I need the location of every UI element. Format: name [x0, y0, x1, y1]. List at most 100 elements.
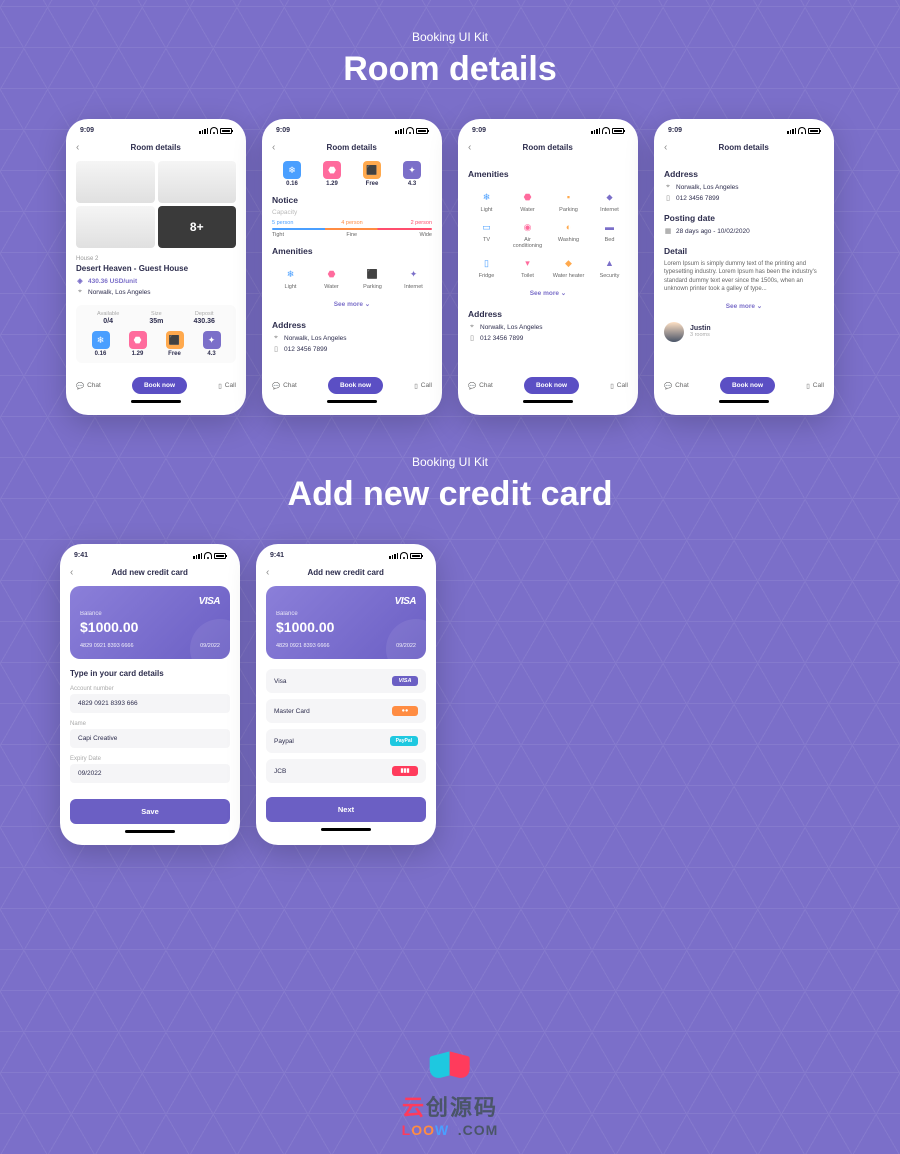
chat-button[interactable]: 💬 Chat	[76, 382, 101, 390]
amenity-item[interactable]: ◆Water heater	[550, 255, 587, 279]
posting-date: ▦28 days ago - 10/02/2020	[664, 227, 824, 235]
amenity-item[interactable]: ◉Air conditioning	[509, 219, 546, 249]
home-indicator[interactable]	[321, 828, 371, 831]
call-button[interactable]: ▯ Call	[414, 382, 432, 390]
amenity-icon: ⬣	[324, 266, 340, 282]
see-more-button[interactable]: See more	[468, 289, 628, 297]
book-now-button[interactable]: Book now	[132, 377, 187, 394]
home-indicator[interactable]	[125, 830, 175, 833]
status-icons	[389, 553, 422, 559]
poster-row[interactable]: Justin 3 rooms	[664, 322, 824, 342]
amenities-title: Amenities	[272, 246, 432, 256]
gallery-image[interactable]	[76, 161, 155, 203]
signal-icon	[787, 128, 796, 134]
price-icon: ◈	[76, 277, 84, 285]
payment-option[interactable]: Master Card●●	[266, 699, 426, 723]
card-number: 4829 0921 8393 6666	[80, 643, 134, 649]
feature: ⬣1.29	[129, 331, 147, 357]
capacity-bar	[272, 228, 432, 230]
amenity-item[interactable]: ▯Fridge	[468, 255, 505, 279]
amenity-item[interactable]: ▲Security	[591, 255, 628, 279]
amenity-item[interactable]: ◐Washing	[550, 219, 587, 249]
address-phone: ▯012 3456 7899	[664, 194, 824, 202]
amenity-item[interactable]: ⬛Parking	[354, 266, 391, 290]
name-input[interactable]: Capi Creative	[70, 729, 230, 748]
page-title: Room details	[271, 143, 432, 152]
amenity-item[interactable]: ⬣Water	[313, 266, 350, 290]
amenity-item[interactable]: ❄Light	[468, 189, 505, 213]
save-button[interactable]: Save	[70, 799, 230, 824]
home-indicator[interactable]	[719, 400, 769, 403]
gallery-more-button[interactable]: 8+	[158, 206, 237, 248]
phone-room-2: 9:09 ‹ Room details ❄0.16⬣1.29⬛Free✦4.3 …	[262, 119, 442, 415]
amenity-item[interactable]: ⬥Internet	[591, 189, 628, 213]
avatar	[664, 322, 684, 342]
phone-icon: ▯	[664, 194, 672, 202]
amenity-item[interactable]: ▾Toilet	[509, 255, 546, 279]
amenity-item[interactable]: ▬Bed	[591, 219, 628, 249]
payment-option[interactable]: PaypalPayPal	[266, 729, 426, 753]
gallery-image[interactable]	[158, 161, 237, 203]
room-price: ◈430.36 USD/unit	[76, 277, 236, 285]
payment-option[interactable]: VisaVISA	[266, 669, 426, 693]
feature-icon: ✦	[203, 331, 221, 349]
card-bottom: 4829 0921 8393 6666 09/2022	[80, 643, 220, 649]
call-button[interactable]: ▯ Call	[806, 382, 824, 390]
status-icons	[591, 128, 624, 134]
bottom-bar: 💬 Chat Book now ▯ Call	[272, 369, 432, 394]
next-button[interactable]: Next	[266, 797, 426, 822]
payment-option[interactable]: JCB▮▮▮	[266, 759, 426, 783]
account-input[interactable]: 4829 0921 8393 666	[70, 694, 230, 713]
home-indicator[interactable]	[131, 400, 181, 403]
amenity-item[interactable]: ▭TV	[468, 219, 505, 249]
wifi-icon	[400, 553, 408, 559]
gallery-image[interactable]	[76, 206, 155, 248]
book-now-button[interactable]: Book now	[524, 377, 579, 394]
amenity-icon: ✦	[406, 266, 422, 282]
chat-button[interactable]: 💬 Chat	[664, 382, 689, 390]
address-phone: ▯012 3456 7899	[272, 345, 432, 353]
page-title: Add new credit card	[69, 568, 230, 577]
room-name: Desert Heaven - Guest House	[76, 264, 236, 273]
feature-icon: ⬛	[166, 331, 184, 349]
home-indicator[interactable]	[523, 400, 573, 403]
status-icons	[787, 128, 820, 134]
bottom-bar: 💬 Chat Book now ▯ Call	[76, 369, 236, 394]
expiry-input[interactable]: 09/2022	[70, 764, 230, 783]
chat-button[interactable]: 💬 Chat	[468, 382, 493, 390]
detail-text: Lorem Ipsum is simply dummy text of the …	[664, 260, 824, 294]
chat-button[interactable]: 💬 Chat	[272, 382, 297, 390]
amenity-item[interactable]: ▪Parking	[550, 189, 587, 213]
features-row: ❄0.16⬣1.29⬛Free✦4.3	[82, 331, 230, 357]
battery-icon	[416, 128, 428, 134]
call-button[interactable]: ▯ Call	[610, 382, 628, 390]
amenity-icon: ⬥	[602, 189, 618, 205]
watermark: 云云创源码创源码 LOOWP.COM	[402, 1046, 499, 1138]
status-time: 9:41	[74, 552, 88, 559]
pin-icon: ⌖	[76, 288, 84, 296]
stats-card: Available0/4Size35mDeposit430.36 ❄0.16⬣1…	[76, 305, 236, 363]
stat: Deposit430.36	[194, 311, 215, 325]
amenity-icon: ◉	[520, 219, 536, 235]
amenity-item[interactable]: ❄Light	[272, 266, 309, 290]
payment-badge-icon: ▮▮▮	[392, 766, 418, 776]
credit-card-visual: VISA Balance $1000.00 4829 0921 8393 666…	[70, 586, 230, 659]
capacity-label: Capacity	[272, 209, 432, 216]
book-now-button[interactable]: Book now	[720, 377, 775, 394]
payment-badge-icon: VISA	[392, 676, 418, 686]
see-more-button[interactable]: See more	[664, 302, 824, 310]
amenity-item[interactable]: ✦Internet	[395, 266, 432, 290]
amenity-item[interactable]: ⬣Water	[509, 189, 546, 213]
amenity-icon: ▪	[561, 189, 577, 205]
capacity-labels: TightFineWide	[272, 232, 432, 238]
see-more-button[interactable]: See more	[272, 300, 432, 308]
form-title: Type in your card details	[70, 669, 230, 678]
photo-gallery[interactable]: 8+	[76, 161, 236, 248]
card-number: 4829 0921 8393 6666	[276, 643, 330, 649]
home-indicator[interactable]	[327, 400, 377, 403]
poster-sub: 3 rooms	[690, 332, 711, 338]
book-now-button[interactable]: Book now	[328, 377, 383, 394]
call-button[interactable]: ▯ Call	[218, 382, 236, 390]
feature-icon: ❄	[283, 161, 301, 179]
amenities-title: Amenities	[468, 169, 628, 179]
